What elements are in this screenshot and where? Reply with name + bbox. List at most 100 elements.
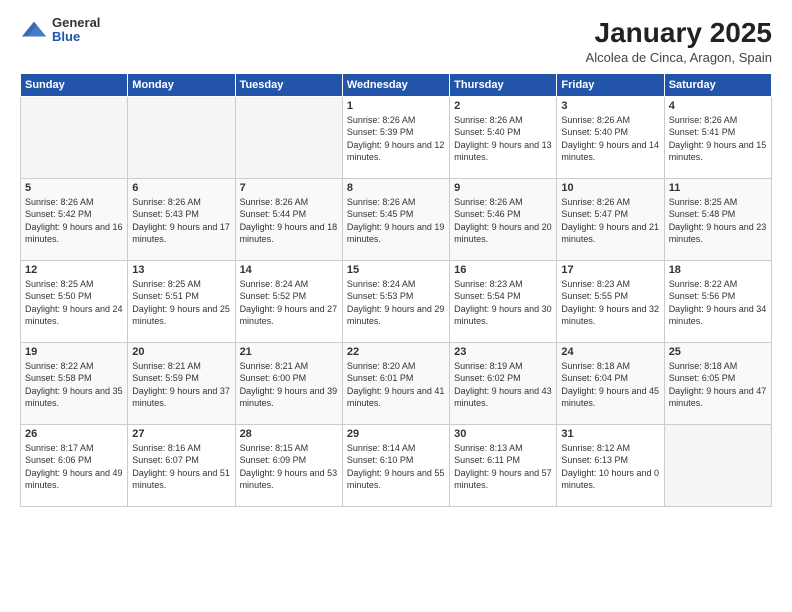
logo-icon [20,16,48,44]
day-number: 14 [240,264,338,276]
table-row: 12Sunrise: 8:25 AMSunset: 5:50 PMDayligh… [21,260,128,342]
day-info: Sunrise: 8:13 AMSunset: 6:11 PMDaylight:… [454,442,552,492]
weekday-header-row: Sunday Monday Tuesday Wednesday Thursday… [21,73,772,96]
day-number: 12 [25,264,123,276]
table-row: 11 Sunrise: 8:25 AMSunset: 5:48 PMDayligh… [664,178,771,260]
header-wednesday: Wednesday [342,73,449,96]
table-row [128,96,235,178]
day-number: 18 [669,264,767,276]
day-info: Sunrise: 8:26 AMSunset: 5:46 PMDaylight:… [454,196,552,246]
table-row: 27 Sunrise: 8:16 AMSunset: 6:07 PMDayligh… [128,424,235,506]
day-number: 27 [132,428,230,440]
day-info: Sunrise: 8:18 AMSunset: 6:04 PMDaylight:… [561,360,659,410]
day-info: Sunrise: 8:20 AMSunset: 6:01 PMDaylight:… [347,360,445,410]
table-row: 26 Sunrise: 8:17 AMSunset: 6:06 PMDayligh… [21,424,128,506]
calendar-week-row: 12Sunrise: 8:25 AMSunset: 5:50 PMDayligh… [21,260,772,342]
day-number: 16 [454,264,552,276]
day-info: Sunrise: 8:25 AMSunset: 5:48 PMDaylight:… [669,196,767,246]
day-number: 31 [561,428,659,440]
day-info: Sunrise: 8:26 AMSunset: 5:47 PMDaylight:… [561,196,659,246]
table-row: 25 Sunrise: 8:18 AMSunset: 6:05 PMDayligh… [664,342,771,424]
day-info: Sunrise: 8:18 AMSunset: 6:05 PMDaylight:… [669,360,767,410]
calendar-week-row: 5 Sunrise: 8:26 AMSunset: 5:42 PMDaylight… [21,178,772,260]
day-info: Sunrise: 8:25 AMSunset: 5:51 PMDaylight:… [132,278,230,328]
day-info: Sunrise: 8:23 AMSunset: 5:55 PMDaylight:… [561,278,659,328]
day-info: Sunrise: 8:26 AMSunset: 5:45 PMDaylight:… [347,196,445,246]
title-block: January 2025 Alcolea de Cinca, Aragon, S… [586,16,772,65]
day-info: Sunrise: 8:14 AMSunset: 6:10 PMDaylight:… [347,442,445,492]
day-number: 28 [240,428,338,440]
day-number: 3 [561,100,659,112]
day-info: Sunrise: 8:21 AMSunset: 6:00 PMDaylight:… [240,360,338,410]
day-number: 2 [454,100,552,112]
day-info: Sunrise: 8:24 AMSunset: 5:52 PMDaylight:… [240,278,338,328]
day-info: Sunrise: 8:19 AMSunset: 6:02 PMDaylight:… [454,360,552,410]
day-number: 15 [347,264,445,276]
day-number: 19 [25,346,123,358]
calendar-title: January 2025 [586,16,772,50]
day-info: Sunrise: 8:22 AMSunset: 5:58 PMDaylight:… [25,360,123,410]
day-info: Sunrise: 8:22 AMSunset: 5:56 PMDaylight:… [669,278,767,328]
day-info: Sunrise: 8:17 AMSunset: 6:06 PMDaylight:… [25,442,123,492]
day-number: 22 [347,346,445,358]
table-row: 22 Sunrise: 8:20 AMSunset: 6:01 PMDayligh… [342,342,449,424]
day-number: 25 [669,346,767,358]
table-row: 8 Sunrise: 8:26 AMSunset: 5:45 PMDaylight… [342,178,449,260]
table-row: 28 Sunrise: 8:15 AMSunset: 6:09 PMDayligh… [235,424,342,506]
day-number: 5 [25,182,123,194]
header: General Blue January 2025 Alcolea de Cin… [20,16,772,65]
table-row: 9 Sunrise: 8:26 AMSunset: 5:46 PMDaylight… [450,178,557,260]
table-row [21,96,128,178]
day-info: Sunrise: 8:15 AMSunset: 6:09 PMDaylight:… [240,442,338,492]
table-row: 10Sunrise: 8:26 AMSunset: 5:47 PMDayligh… [557,178,664,260]
day-info: Sunrise: 8:16 AMSunset: 6:07 PMDaylight:… [132,442,230,492]
day-number: 13 [132,264,230,276]
table-row: 2 Sunrise: 8:26 AMSunset: 5:40 PMDaylight… [450,96,557,178]
table-row: 29 Sunrise: 8:14 AMSunset: 6:10 PMDayligh… [342,424,449,506]
table-row: 14 Sunrise: 8:24 AMSunset: 5:52 PMDayligh… [235,260,342,342]
table-row: 19 Sunrise: 8:22 AMSunset: 5:58 PMDayligh… [21,342,128,424]
table-row: 17 Sunrise: 8:23 AMSunset: 5:55 PMDayligh… [557,260,664,342]
day-number: 11 [669,182,767,194]
calendar-subtitle: Alcolea de Cinca, Aragon, Spain [586,50,772,65]
table-row: 16 Sunrise: 8:23 AMSunset: 5:54 PMDayligh… [450,260,557,342]
table-row: 7Sunrise: 8:26 AMSunset: 5:44 PMDaylight… [235,178,342,260]
day-number: 29 [347,428,445,440]
header-monday: Monday [128,73,235,96]
logo-general: General [52,16,100,30]
calendar-table: Sunday Monday Tuesday Wednesday Thursday… [20,73,772,507]
logo-blue: Blue [52,30,100,44]
calendar-week-row: 1Sunrise: 8:26 AMSunset: 5:39 PMDaylight… [21,96,772,178]
table-row: 4Sunrise: 8:26 AMSunset: 5:41 PMDaylight… [664,96,771,178]
day-info: Sunrise: 8:26 AMSunset: 5:44 PMDaylight:… [240,196,338,246]
header-friday: Friday [557,73,664,96]
day-number: 23 [454,346,552,358]
header-thursday: Thursday [450,73,557,96]
table-row: 5 Sunrise: 8:26 AMSunset: 5:42 PMDaylight… [21,178,128,260]
table-row: 21 Sunrise: 8:21 AMSunset: 6:00 PMDayligh… [235,342,342,424]
logo: General Blue [20,16,100,45]
day-number: 4 [669,100,767,112]
table-row: 3Sunrise: 8:26 AMSunset: 5:40 PMDaylight… [557,96,664,178]
table-row: 31Sunrise: 8:12 AMSunset: 6:13 PMDayligh… [557,424,664,506]
day-number: 26 [25,428,123,440]
calendar-week-row: 19 Sunrise: 8:22 AMSunset: 5:58 PMDayligh… [21,342,772,424]
day-number: 21 [240,346,338,358]
table-row: 13 Sunrise: 8:25 AMSunset: 5:51 PMDayligh… [128,260,235,342]
table-row: 15 Sunrise: 8:24 AMSunset: 5:53 PMDayligh… [342,260,449,342]
day-info: Sunrise: 8:24 AMSunset: 5:53 PMDaylight:… [347,278,445,328]
day-info: Sunrise: 8:26 AMSunset: 5:42 PMDaylight:… [25,196,123,246]
day-number: 17 [561,264,659,276]
day-number: 8 [347,182,445,194]
day-info: Sunrise: 8:23 AMSunset: 5:54 PMDaylight:… [454,278,552,328]
table-row: 23 Sunrise: 8:19 AMSunset: 6:02 PMDayligh… [450,342,557,424]
day-info: Sunrise: 8:26 AMSunset: 5:40 PMDaylight:… [454,114,552,164]
table-row [235,96,342,178]
day-number: 9 [454,182,552,194]
header-saturday: Saturday [664,73,771,96]
day-info: Sunrise: 8:26 AMSunset: 5:43 PMDaylight:… [132,196,230,246]
logo-text: General Blue [52,16,100,45]
table-row: 18 Sunrise: 8:22 AMSunset: 5:56 PMDayligh… [664,260,771,342]
table-row: 6Sunrise: 8:26 AMSunset: 5:43 PMDaylight… [128,178,235,260]
table-row: 1Sunrise: 8:26 AMSunset: 5:39 PMDaylight… [342,96,449,178]
